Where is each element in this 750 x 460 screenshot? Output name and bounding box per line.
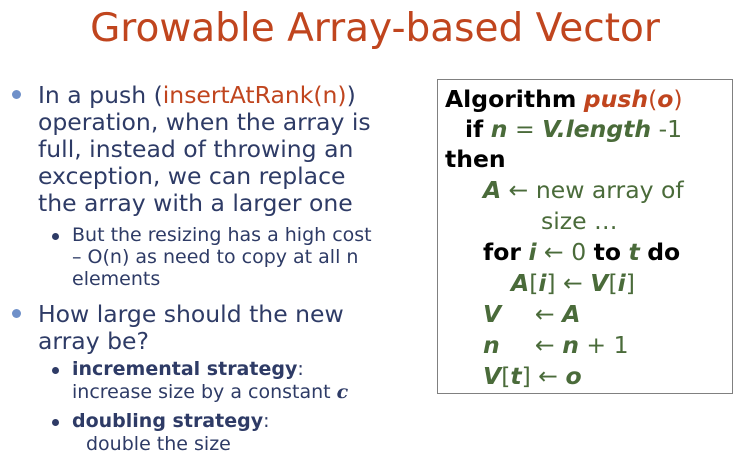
strategy-name: incremental strategy	[72, 358, 298, 380]
sub-bullet-2-line-2: increase size by a constant c	[72, 382, 348, 403]
assign-arrow: ←	[538, 362, 558, 390]
algo-line-for: for i ← 0 to t do	[483, 238, 680, 266]
sub-bullet-1-line-2: – O(n) as need to copy at all n	[72, 246, 359, 268]
var-i: i	[528, 238, 537, 266]
bracket: [	[529, 269, 539, 297]
algo-line-then: then	[445, 145, 506, 173]
operator-eq: =	[514, 115, 535, 143]
var-vlength: V.length	[542, 115, 652, 143]
var-A: A	[511, 269, 530, 297]
var-V: V	[483, 362, 502, 390]
algo-line-increment: n ← n + 1	[483, 331, 629, 359]
assign-arrow: ←	[544, 238, 564, 266]
var-V: V	[590, 269, 609, 297]
method-name: insertAtRank(n)	[162, 81, 347, 109]
bullet-1-line-3: full, instead of throwing an	[38, 135, 354, 163]
bullet-1-text: )	[346, 81, 356, 109]
bullet-dot	[12, 90, 21, 99]
algo-line-copy: A[i] ← V[i]	[511, 269, 635, 297]
bullet-2-line-1: How large should the new	[38, 300, 344, 328]
sub-bullet-dot	[52, 419, 59, 426]
var-n: n	[483, 331, 500, 359]
colon: :	[263, 410, 270, 432]
algo-line-size: size …	[541, 207, 618, 235]
strategy-desc: increase size by a constant	[72, 381, 331, 403]
algo-line-if: if n = V.length -1	[465, 115, 682, 143]
minus-one: -1	[658, 115, 683, 143]
assign-arrow: ←	[563, 269, 583, 297]
sub-bullet-dot	[52, 367, 59, 374]
var-t: t	[510, 362, 522, 390]
algorithm-box: Algorithm push(o) if n = V.length -1 the…	[437, 79, 733, 394]
paren: )	[673, 85, 683, 113]
page-title: Growable Array-based Vector	[90, 6, 660, 51]
algo-line-store: V[t] ← o	[483, 362, 582, 390]
assign-arrow: ←	[535, 300, 555, 328]
var-t: t	[628, 238, 640, 266]
sub-bullet-dot	[52, 233, 59, 240]
assign-arrow: ←	[535, 331, 555, 359]
sub-bullet-1-line-1: But the resizing has a high cost	[72, 224, 372, 246]
number-zero: 0	[571, 238, 587, 266]
bullet-1-line-4: exception, we can replace	[38, 162, 346, 190]
plus-one: + 1	[586, 331, 629, 359]
bullet-1-line-2: operation, when the array is	[38, 108, 371, 136]
algo-line-header: Algorithm push(o)	[445, 85, 683, 113]
keyword-algorithm: Algorithm	[445, 85, 577, 113]
bullet-2-line-2: array be?	[38, 327, 149, 355]
sub-bullet-3-line-1: doubling strategy:	[72, 411, 270, 432]
bullet-1-line-1: In a push (insertAtRank(n))	[38, 82, 356, 109]
var-n: n	[490, 115, 508, 143]
bullet-1-line-5: the array with a larger one	[38, 189, 353, 217]
function-name: push	[583, 85, 649, 113]
var-A: A	[562, 300, 581, 328]
bracket: [	[501, 362, 511, 390]
bullet-1-text: In a push (	[38, 81, 163, 109]
bracket: ]	[625, 269, 635, 297]
var-i: i	[617, 269, 626, 297]
colon: :	[297, 358, 304, 380]
var-n: n	[562, 331, 579, 359]
var-A: A	[483, 176, 502, 204]
bracket: ]	[521, 362, 531, 390]
bracket: [	[608, 269, 618, 297]
keyword-do: do	[647, 238, 681, 266]
var-V: V	[483, 300, 502, 328]
param-o: o	[565, 362, 582, 390]
sub-bullet-2-line-1: incremental strategy:	[72, 359, 304, 380]
new-array-text: new array of	[535, 176, 684, 204]
constant-c: c	[336, 381, 349, 403]
keyword-if: if	[465, 115, 484, 143]
assign-arrow: ←	[508, 176, 529, 204]
bullet-dot	[12, 309, 21, 318]
keyword-for: for	[483, 238, 521, 266]
algo-line-assign-v: V ← A	[483, 300, 580, 328]
bracket: ]	[546, 269, 556, 297]
paren: (	[648, 85, 658, 113]
strategy-name: doubling strategy	[72, 410, 264, 432]
keyword-then: then	[445, 145, 506, 173]
sub-bullet-1-line-3: elements	[72, 268, 161, 290]
algo-line-new-array: A ← new array of	[483, 176, 684, 204]
keyword-to: to	[593, 238, 622, 266]
param-o: o	[657, 85, 674, 113]
sub-bullet-3-line-2: double the size	[86, 433, 231, 455]
